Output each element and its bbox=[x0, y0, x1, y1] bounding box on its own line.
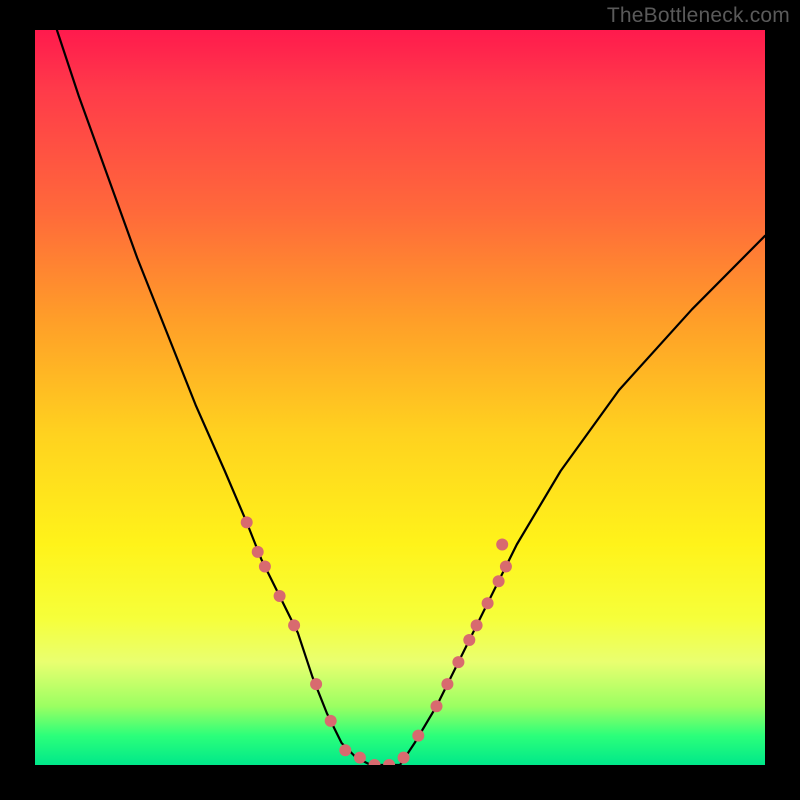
bottleneck-curve-chart bbox=[35, 30, 765, 765]
data-marker bbox=[496, 539, 508, 551]
marker-layer bbox=[241, 516, 512, 765]
data-marker bbox=[252, 546, 264, 558]
data-marker bbox=[310, 678, 322, 690]
data-marker bbox=[241, 516, 253, 528]
data-marker bbox=[431, 700, 443, 712]
data-marker bbox=[412, 730, 424, 742]
data-marker bbox=[500, 561, 512, 573]
data-marker bbox=[325, 715, 337, 727]
data-marker bbox=[354, 752, 366, 764]
data-marker bbox=[288, 619, 300, 631]
data-marker bbox=[441, 678, 453, 690]
data-marker bbox=[452, 656, 464, 668]
data-marker bbox=[471, 619, 483, 631]
data-marker bbox=[398, 752, 410, 764]
data-marker bbox=[463, 634, 475, 646]
data-marker bbox=[383, 759, 395, 765]
data-marker bbox=[369, 759, 381, 765]
data-marker bbox=[493, 575, 505, 587]
data-marker bbox=[259, 561, 271, 573]
data-marker bbox=[274, 590, 286, 602]
chart-frame: TheBottleneck.com bbox=[0, 0, 800, 800]
data-marker bbox=[482, 597, 494, 609]
watermark-label: TheBottleneck.com bbox=[607, 4, 790, 28]
performance-curve bbox=[57, 30, 765, 765]
data-marker bbox=[339, 744, 351, 756]
